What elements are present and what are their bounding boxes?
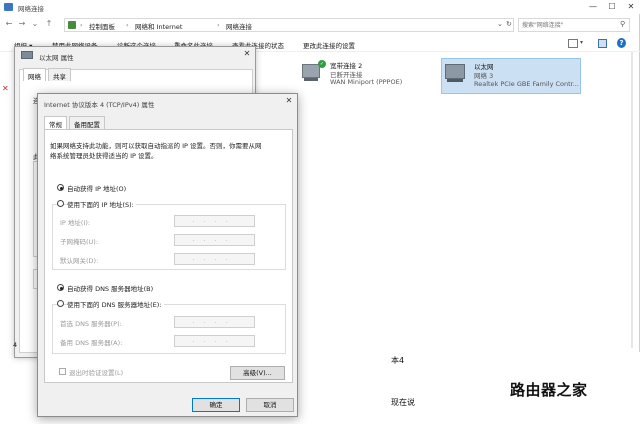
advanced-button[interactable]: 高级(V)... [230, 366, 285, 380]
ip-address-label: IP 地址(I): [60, 219, 91, 227]
ip-address-field[interactable]: .... [174, 215, 255, 227]
subnet-mask-field[interactable]: .... [174, 234, 255, 246]
preferred-dns-field[interactable]: .... [174, 316, 255, 328]
adapter-box [33, 105, 35, 123]
adapter-ethernet[interactable]: 以太网 网络 3 Realtek PCIe GBE Family Contr..… [441, 58, 581, 94]
adapter-broadband-2[interactable]: ✓ 宽带连接 2 已断开连接 WAN Miniport (PPPOE) [300, 58, 422, 94]
up-arrow-icon[interactable]: ↑ [44, 19, 54, 29]
tab-alternate-config[interactable]: 备用配置 [69, 116, 105, 129]
minimize-button[interactable]: — [584, 0, 602, 14]
network-adapter-icon [302, 64, 320, 78]
partial-digit: 4 [13, 341, 18, 349]
manual-dns-label[interactable]: 使用下面的 DNS 服务器地址(E): [67, 299, 164, 309]
auto-ip-radio[interactable] [57, 184, 64, 191]
address-bar[interactable]: › 控制面板 › 网络和 Internet › 网络连接 ⌄ ↻ [64, 18, 514, 32]
refresh-icon[interactable]: ↻ [506, 20, 512, 28]
subnet-mask-label: 子网掩码(U): [60, 238, 99, 246]
network-adapter-base [304, 78, 318, 81]
tab-network[interactable]: 网络 [23, 68, 46, 81]
network-adapter-base [447, 79, 463, 82]
intro-text-line1: 如果网络支持此功能，则可以获取自动指派的 IP 设置。否则，你需要从网 [50, 142, 262, 150]
tab-general[interactable]: 常规 [44, 116, 67, 129]
background-text-line2: 现在说 [391, 398, 415, 407]
default-gateway-field[interactable]: .... [174, 253, 255, 265]
blank [5, 56, 13, 64]
view-dropdown-icon[interactable]: ▾ [580, 39, 583, 46]
auto-ip-label[interactable]: 自动获得 IP 地址(O) [67, 183, 126, 193]
help-icon[interactable]: ? [617, 38, 626, 48]
adapter-status: 网络 3 [474, 72, 494, 80]
default-gateway-label: 默认网关(D): [60, 257, 99, 265]
network-folder-icon [4, 3, 13, 11]
preview-pane-icon[interactable] [598, 39, 607, 48]
ok-button[interactable]: 确定 [192, 398, 240, 412]
forward-arrow-icon[interactable]: → [17, 19, 27, 29]
cancel-button[interactable]: 取消 [246, 398, 294, 412]
search-icon: ⚲ [620, 20, 626, 28]
breadcrumb-separator: › [126, 21, 129, 29]
breadcrumb-control-panel[interactable]: 控制面板 [89, 21, 115, 31]
manual-ip-radio[interactable] [57, 200, 64, 207]
dialog-title: Internet 协议版本 4 (TCP/IPv4) 属性 [44, 101, 155, 109]
view-options-icon[interactable] [568, 39, 578, 48]
breadcrumb-separator: › [80, 21, 83, 29]
site-watermark: 路由器之家 [510, 381, 588, 399]
alternate-dns-field[interactable]: .... [174, 335, 255, 347]
manual-ip-label[interactable]: 使用下面的 IP 地址(S): [67, 199, 136, 209]
close-icon[interactable]: ✕ [281, 95, 297, 107]
close-button[interactable]: ✕ [622, 0, 640, 14]
adapter-small-icon [21, 51, 33, 59]
auto-dns-radio[interactable] [57, 284, 64, 291]
search-input[interactable] [519, 19, 619, 31]
tab-sharing[interactable]: 共享 [48, 68, 71, 81]
breadcrumb-separator: › [217, 21, 220, 29]
address-dropdown-icon[interactable]: ⌄ [497, 20, 503, 28]
error-icon: ✕ [2, 84, 9, 93]
breadcrumb-network-connections[interactable]: 网络连接 [226, 21, 252, 31]
intro-text-line2: 络系统管理员处获得适当的 IP 设置。 [50, 152, 158, 160]
connected-check-icon: ✓ [318, 60, 326, 68]
close-icon[interactable]: ✕ [239, 48, 255, 60]
title-bar: 网络连接 — ☐ ✕ [0, 0, 640, 14]
breadcrumb-network-internet[interactable]: 网络和 Internet [135, 21, 182, 31]
address-row: ← → ⌄ ↑ › 控制面板 › 网络和 Internet › 网络连接 ⌄ ↻… [0, 16, 640, 34]
recent-chevron-icon[interactable]: ⌄ [30, 19, 40, 29]
back-arrow-icon[interactable]: ← [4, 19, 14, 29]
grid-view-icon[interactable] [631, 340, 639, 348]
control-panel-icon [68, 21, 76, 29]
change-settings-button[interactable]: 更改此连接的设置 [303, 40, 355, 50]
preferred-dns-label: 首选 DNS 服务器(P): [60, 320, 122, 328]
alternate-dns-label: 备用 DNS 服务器(A): [60, 339, 123, 347]
manual-dns-radio[interactable] [57, 300, 64, 307]
maximize-button[interactable]: ☐ [603, 0, 621, 14]
search-box[interactable]: ⚲ [518, 18, 630, 32]
dialog-title: 以太网 属性 [39, 54, 74, 62]
adapter-device: Realtek PCIe GBE Family Contr... [474, 80, 579, 88]
auto-dns-label[interactable]: 自动获得 DNS 服务器地址(B) [67, 283, 153, 293]
network-adapter-icon [445, 64, 465, 79]
adapter-device: WAN Miniport (PPPOE) [330, 78, 403, 86]
window-title: 网络连接 [18, 5, 44, 13]
background-text-line1: 本4 [391, 356, 405, 365]
validate-settings-label[interactable]: 退出时验证设置(L) [69, 367, 123, 377]
ipv4-properties-dialog: Internet 协议版本 4 (TCP/IPv4) 属性 ✕ 常规 备用配置 … [37, 93, 298, 417]
scroll-track [631, 52, 633, 348]
validate-settings-checkbox[interactable] [59, 368, 66, 375]
